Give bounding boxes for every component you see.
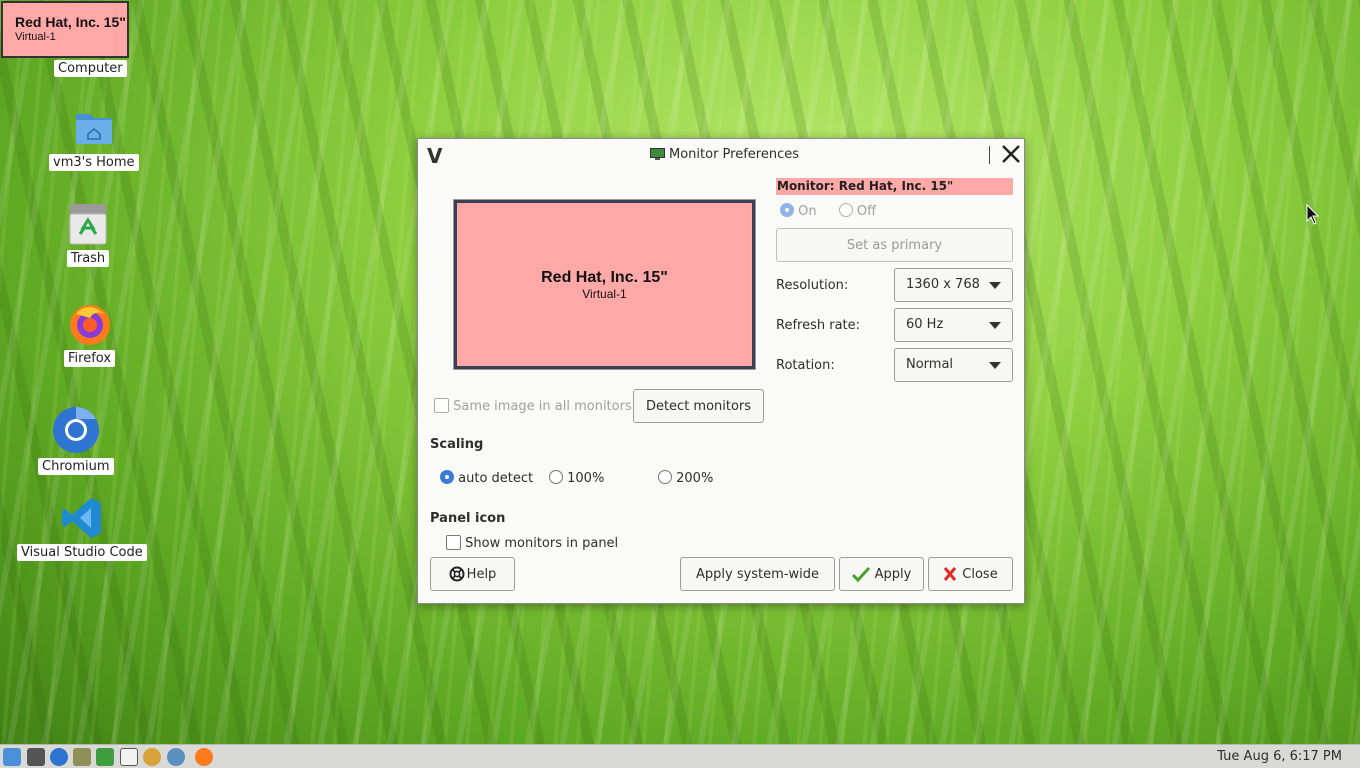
close-icon[interactable] (1000, 142, 1022, 166)
monitor-preferences-dialog: V Monitor Preferences Red Hat, Inc. 15" … (417, 138, 1025, 604)
monitor-icon (650, 148, 665, 161)
apply-system-wide-button[interactable]: Apply system-wide (680, 557, 835, 591)
window-title: Monitor Preferences (650, 147, 799, 162)
same-image-checkbox[interactable]: Same image in all monitors (434, 398, 632, 414)
desktop-icon-label: vm3's Home (49, 154, 139, 171)
trash-icon (66, 202, 110, 246)
close-button[interactable]: Close (928, 557, 1013, 591)
preview-monitor-name: Red Hat, Inc. 15" (541, 268, 668, 286)
scaling-200-label: 200% (676, 471, 714, 486)
desktop-icon-label: Firefox (64, 350, 116, 367)
chromium-icon (52, 406, 100, 454)
detect-monitors-button[interactable]: Detect monitors (633, 389, 764, 423)
desktop-icon-chromium[interactable]: Chromium (38, 406, 114, 475)
logout-icon[interactable] (96, 748, 114, 766)
desktop-icon-label: Computer (54, 60, 127, 77)
window-menu-icon[interactable]: V (427, 144, 442, 168)
close-red-x-icon (943, 566, 957, 582)
scaling-100-radio[interactable]: 100% (549, 470, 604, 486)
title-separator (989, 146, 990, 164)
monitor-identify-label: Red Hat, Inc. 15" Virtual-1 (1, 1, 129, 58)
file-manager-icon[interactable] (3, 748, 21, 766)
off-radio[interactable]: Off (838, 203, 877, 219)
rotation-value: Normal (906, 357, 954, 372)
taskbar: Tue Aug 6, 6:17 PM (0, 744, 1360, 768)
title-bar[interactable]: V Monitor Preferences (418, 139, 1024, 171)
chevron-down-icon (989, 322, 1001, 329)
apply-label: Apply (874, 566, 912, 582)
clock[interactable]: Tue Aug 6, 6:17 PM (1217, 749, 1342, 764)
system-monitor-icon[interactable] (73, 748, 91, 766)
close-label: Close (962, 566, 998, 582)
desktop-icon-vscode[interactable]: Visual Studio Code (17, 496, 147, 561)
monitor-output: Virtual-1 (15, 31, 56, 43)
refresh-rate-value: 60 Hz (906, 317, 944, 332)
help-button[interactable]: Help (430, 557, 515, 591)
preview-monitor-output: Virtual-1 (582, 286, 627, 301)
desktop-icon-home[interactable]: vm3's Home (49, 106, 139, 171)
scaling-auto-label: auto detect (458, 471, 534, 486)
search-icon[interactable] (143, 748, 161, 766)
desktop-icon-label: Trash (66, 250, 110, 267)
usb-drive-icon[interactable] (120, 748, 138, 766)
panel-icon-heading: Panel icon (430, 511, 506, 526)
power-radio-group: On Off (780, 203, 876, 219)
checkbox-box[interactable] (446, 535, 461, 550)
rotation-label: Rotation: (776, 358, 835, 373)
scaling-heading: Scaling (430, 437, 484, 452)
on-label: On (798, 204, 817, 219)
firefox-icon[interactable] (195, 748, 213, 766)
firefox-icon (68, 302, 112, 346)
desktop-icon-label: Chromium (38, 458, 114, 475)
resolution-label: Resolution: (776, 278, 849, 293)
help-icon (449, 566, 465, 582)
accessibility-icon[interactable] (50, 748, 68, 766)
desktop-icon-trash[interactable]: Trash (66, 202, 110, 267)
monitor-heading: Monitor: Red Hat, Inc. 15" (776, 178, 1013, 195)
off-label: Off (856, 204, 877, 219)
settings-tool-icon[interactable] (27, 748, 45, 766)
home-folder-icon (72, 106, 116, 150)
network-icon[interactable] (167, 748, 185, 766)
desktop-icon-firefox[interactable]: Firefox (64, 302, 116, 367)
rotation-select[interactable]: Normal (894, 348, 1013, 382)
resolution-value: 1360 x 768 (906, 277, 980, 292)
checkmark-icon (851, 566, 870, 582)
apply-button[interactable]: Apply (839, 557, 924, 591)
refresh-rate-label: Refresh rate: (776, 318, 861, 333)
on-radio[interactable]: On (780, 203, 835, 219)
refresh-rate-select[interactable]: 60 Hz (894, 308, 1013, 342)
chevron-down-icon (989, 362, 1001, 369)
set-as-primary-button[interactable]: Set as primary (776, 228, 1013, 262)
same-image-label: Same image in all monitors (453, 399, 632, 414)
monitor-name: Red Hat, Inc. 15" (15, 14, 126, 30)
desktop-icon-computer[interactable]: Computer (54, 60, 127, 77)
mouse-pointer-icon (1306, 203, 1320, 226)
show-monitors-label: Show monitors in panel (465, 536, 619, 551)
monitor-preview[interactable]: Red Hat, Inc. 15" Virtual-1 (453, 199, 756, 370)
scaling-200-radio[interactable]: 200% (658, 470, 713, 486)
window-title-text: Monitor Preferences (669, 147, 800, 162)
chevron-down-icon (989, 282, 1001, 289)
help-label: Help (466, 566, 497, 582)
scaling-100-label: 100% (567, 471, 605, 486)
resolution-select[interactable]: 1360 x 768 (894, 268, 1013, 302)
scaling-auto-radio[interactable]: auto detect (440, 470, 533, 486)
checkbox-box[interactable] (434, 398, 449, 413)
show-monitors-checkbox[interactable]: Show monitors in panel (446, 535, 618, 551)
vscode-icon (60, 496, 104, 540)
desktop-icon-label: Visual Studio Code (17, 544, 147, 561)
